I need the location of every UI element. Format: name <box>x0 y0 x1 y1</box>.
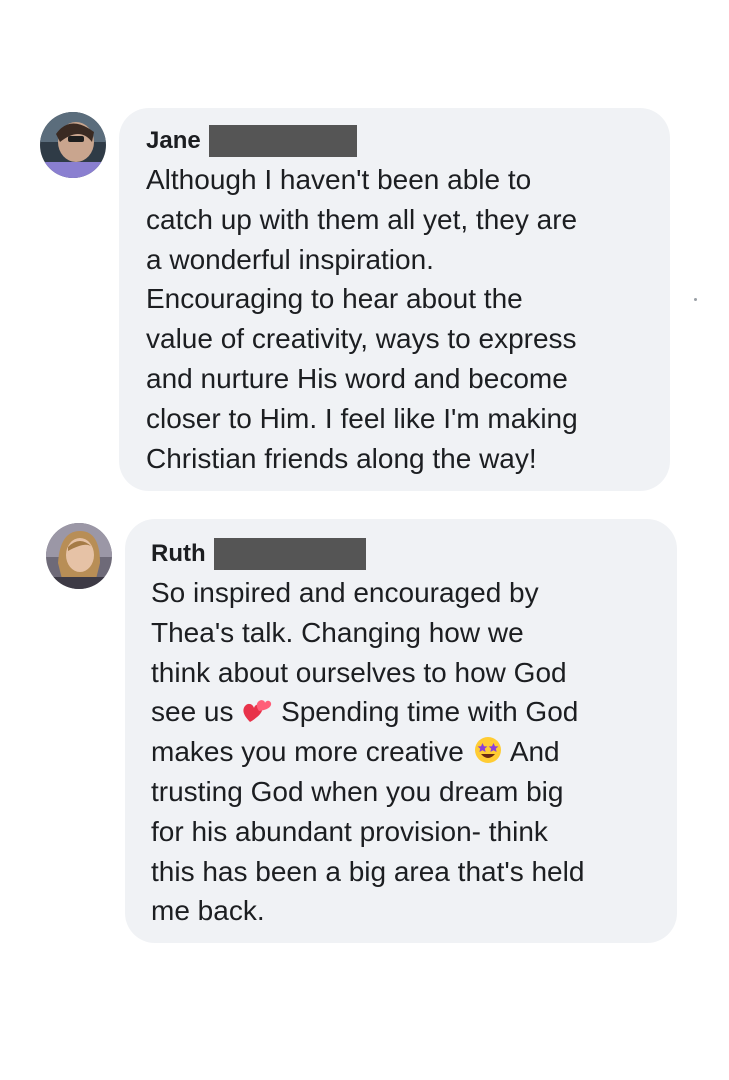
profile-photo-icon <box>40 112 106 178</box>
author-name[interactable]: Jane <box>146 124 201 158</box>
comment-line: Thea's talk. Changing how we <box>151 616 524 648</box>
comment-header: Jane <box>146 124 650 158</box>
comment-line: makes you more creative And <box>151 732 657 772</box>
star-struck-icon <box>472 735 504 765</box>
avatar[interactable] <box>40 112 106 178</box>
two-hearts-icon <box>241 695 273 725</box>
comment-line: Christian friends along the way! <box>146 442 537 474</box>
comment-line: me back. <box>151 895 265 927</box>
avatar[interactable] <box>46 523 112 589</box>
redacted-surname <box>208 125 357 157</box>
comment-text-segment: Spending time with God <box>281 696 579 728</box>
comment-text-segment: see us <box>151 696 234 728</box>
comment-line: closer to Him. I feel like I'm making <box>146 402 578 434</box>
scroll-indicator <box>694 298 697 301</box>
comment-line: for his abundant provision- think <box>151 815 548 847</box>
redacted-surname <box>213 538 366 570</box>
comment-header: Ruth <box>151 537 657 571</box>
comment-line: a wonderful inspiration. <box>146 243 434 275</box>
comment-line: Encouraging to hear about the <box>146 283 523 315</box>
comment-text-segment: makes you more creative <box>151 736 464 768</box>
comment-line: catch up with them all yet, they are <box>146 203 578 235</box>
comment-line: and nurture His word and become <box>146 362 568 394</box>
comment-line: Although I haven't been able to <box>146 164 532 195</box>
profile-photo-icon <box>46 523 112 589</box>
comment-text: Although I haven't been able to catch up… <box>146 160 650 478</box>
comment-text-segment: And <box>509 736 560 768</box>
comment-line: see us Spending time with God <box>151 692 657 732</box>
author-name[interactable]: Ruth <box>151 537 206 571</box>
comment-line: think about ourselves to how God <box>151 656 567 688</box>
comment-line: this has been a big area that's held <box>151 855 585 887</box>
comment-line: trusting God when you dream big <box>151 775 564 807</box>
comment-bubble: Jane Although I haven't been able to cat… <box>119 108 670 491</box>
comment-line: So inspired and encouraged by <box>151 577 539 608</box>
comment-line: value of creativity, ways to express <box>146 323 577 355</box>
comment-text: So inspired and encouraged by Thea's tal… <box>151 573 657 931</box>
comment-bubble: Ruth So inspired and encouraged by Thea'… <box>125 519 677 943</box>
